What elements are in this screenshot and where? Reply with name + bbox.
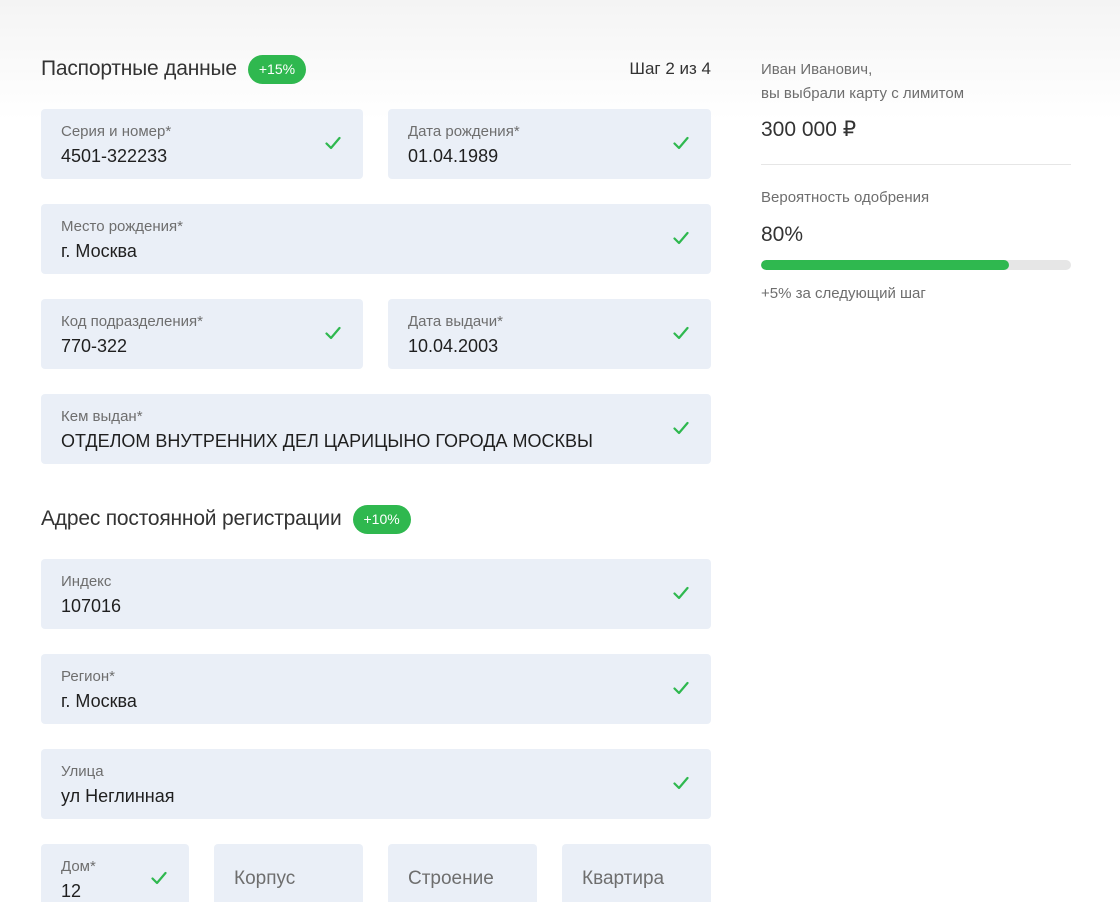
region-value[interactable]: г. Москва [61,691,137,712]
structure-placeholder: Строение [408,868,494,889]
check-icon [673,776,689,790]
passport-section-title: Паспортные данные [41,57,237,80]
street-field[interactable]: Улица ул Неглинная [41,749,711,819]
apartment-field[interactable]: Квартира [562,844,711,902]
approval-progress-fill [761,260,1009,270]
address-bonus-badge: +10% [352,504,411,534]
department-code-label: Код подразделения* [61,313,203,330]
apartment-placeholder: Квартира [582,868,665,889]
series-number-field[interactable]: Серия и номер* 4501-322233 [41,109,363,179]
birth-place-value[interactable]: г. Москва [61,241,137,262]
birth-date-label: Дата рождения* [408,123,520,140]
structure-field[interactable]: Строение [388,844,537,902]
series-number-value[interactable]: 4501-322233 [61,146,167,167]
department-code-value[interactable]: 770-322 [61,336,127,357]
passport-section-header: Паспортные данные +15% Шаг 2 из 4 [41,52,711,86]
card-limit: 300 000 ₽ [761,118,857,141]
approval-probability-label: Вероятность одобрения [761,189,930,206]
address-section-title: Адрес постоянной регистрации [41,507,342,530]
greeting-name: Иван Иванович, [761,61,873,78]
house-field[interactable]: Дом* 12 [41,844,189,902]
issued-by-label: Кем выдан* [61,408,143,425]
check-icon [673,421,689,435]
check-icon [673,326,689,340]
birth-place-field[interactable]: Место рождения* г. Москва [41,204,711,274]
address-section-header: Адрес постоянной регистрации +10% [41,502,711,536]
issued-by-field[interactable]: Кем выдан* ОТДЕЛОМ ВНУТРЕННИХ ДЕЛ ЦАРИЦЫ… [41,394,711,464]
index-field[interactable]: Индекс 107016 [41,559,711,629]
index-value[interactable]: 107016 [61,596,121,617]
issued-by-value[interactable]: ОТДЕЛОМ ВНУТРЕННИХ ДЕЛ ЦАРИЦЫНО ГОРОДА М… [61,431,593,452]
next-step-bonus: +5% за следующий шаг [761,285,926,302]
series-number-label: Серия и номер* [61,123,172,140]
check-icon [673,231,689,245]
approval-probability-value: 80% [761,223,804,246]
sidebar-divider [761,164,1071,165]
check-icon [673,681,689,695]
birth-date-value[interactable]: 01.04.1989 [408,146,498,167]
birth-place-label: Место рождения* [61,218,183,235]
greeting-text: вы выбрали карту с лимитом [761,85,965,102]
greeting: Иван Иванович, вы выбрали карту с лимито… [761,58,964,106]
street-value[interactable]: ул Неглинная [61,786,174,807]
approval-progress-bar [761,260,1071,270]
passport-bonus-badge: +15% [247,54,307,84]
department-code-field[interactable]: Код подразделения* 770-322 [41,299,363,369]
region-label: Регион* [61,668,116,685]
birth-date-field[interactable]: Дата рождения* 01.04.1989 [388,109,711,179]
check-icon [325,326,341,340]
check-icon [325,136,341,150]
check-icon [151,871,167,885]
house-label: Дом* [61,858,96,875]
check-icon [673,586,689,600]
building-placeholder: Корпус [234,868,296,889]
index-label: Индекс [61,573,112,590]
street-label: Улица [61,763,104,780]
building-field[interactable]: Корпус [214,844,363,902]
issue-date-field[interactable]: Дата выдачи* 10.04.2003 [388,299,711,369]
issue-date-label: Дата выдачи* [408,313,503,330]
region-field[interactable]: Регион* г. Москва [41,654,711,724]
issue-date-value[interactable]: 10.04.2003 [408,336,498,357]
check-icon [673,136,689,150]
house-value[interactable]: 12 [61,881,81,902]
step-indicator: Шаг 2 из 4 [629,59,711,78]
